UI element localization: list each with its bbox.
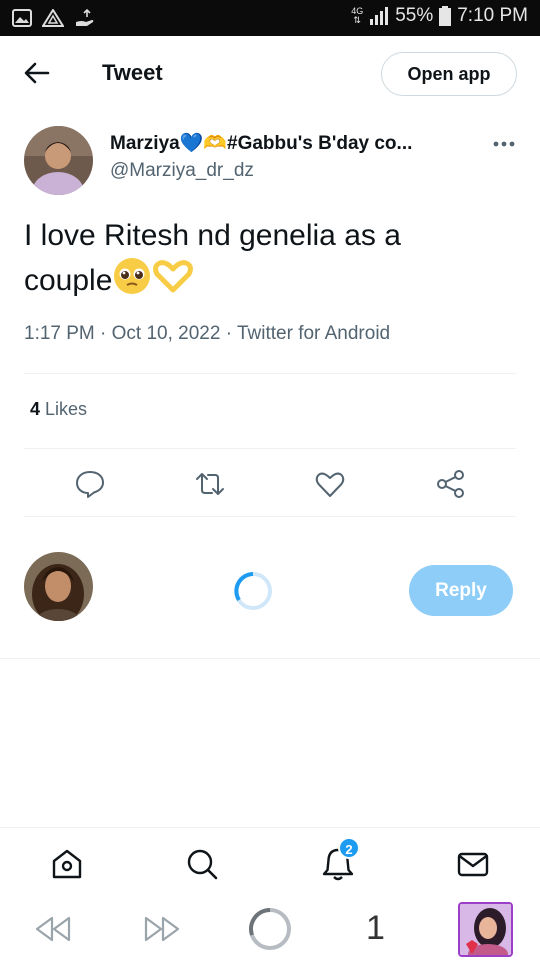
home-circle-icon[interactable] xyxy=(248,907,292,951)
status-bar: 4G ⇅ 55% 7:10 PM xyxy=(0,0,540,36)
signal-icon xyxy=(370,7,389,25)
hand-notification-icon xyxy=(76,8,94,26)
notification-badge: 2 xyxy=(338,837,360,859)
like-icon[interactable] xyxy=(314,468,346,500)
search-icon[interactable] xyxy=(184,846,220,882)
home-icon[interactable] xyxy=(49,846,85,882)
tweet-text-line1: I love Ritesh nd genelia as a xyxy=(24,219,401,252)
battery-percent: 55% xyxy=(395,5,434,26)
battery-icon xyxy=(439,6,452,26)
user-avatar[interactable] xyxy=(24,552,93,621)
browser-toolbar: 1 xyxy=(0,899,540,960)
loading-spinner-icon xyxy=(234,572,272,610)
divider xyxy=(24,516,516,517)
page-title: Tweet xyxy=(102,60,163,85)
divider xyxy=(0,658,540,659)
heart-hands-emoji-icon xyxy=(153,260,194,293)
divider xyxy=(24,448,516,449)
reply-button[interactable]: Reply xyxy=(409,565,513,616)
share-icon[interactable] xyxy=(435,468,467,500)
bottom-nav xyxy=(0,827,540,899)
network-type-icon: 4G ⇅ xyxy=(351,6,364,25)
reply-icon[interactable] xyxy=(74,468,106,500)
author-handle[interactable]: @Marziya_dr_dz xyxy=(110,160,254,182)
header: Tweet Open app xyxy=(0,36,540,112)
likes-count: 4 xyxy=(30,399,41,419)
divider xyxy=(24,373,516,374)
gallery-notification-icon xyxy=(12,9,32,27)
tweet-timestamp[interactable]: 1:17 PM · Oct 10, 2022 · Twitter for And… xyxy=(24,323,390,345)
retweet-icon[interactable] xyxy=(194,468,226,500)
drive-notification-icon xyxy=(42,9,64,27)
author-name[interactable]: Marziya💙🫶#Gabbu's B'day co... xyxy=(110,131,412,155)
likes-label: Likes xyxy=(45,399,88,419)
rewind-icon[interactable] xyxy=(34,913,72,945)
tab-thumbnail[interactable] xyxy=(458,902,513,957)
status-notification-icons xyxy=(12,8,96,28)
fast-forward-icon[interactable] xyxy=(143,913,181,945)
messages-icon[interactable] xyxy=(455,846,491,882)
more-options-icon[interactable] xyxy=(490,136,518,152)
back-arrow-icon[interactable] xyxy=(22,58,52,88)
tweet-text: I love Ritesh nd genelia as a couple xyxy=(24,216,504,301)
pleading-face-emoji-icon xyxy=(114,258,151,294)
author-avatar[interactable] xyxy=(24,126,93,195)
open-app-button[interactable]: Open app xyxy=(381,52,517,96)
tab-count[interactable]: 1 xyxy=(366,909,385,948)
likes-count-link[interactable]: 4 Likes xyxy=(30,399,87,420)
tweet-text-line2: couple xyxy=(24,264,113,297)
clock: 7:10 PM xyxy=(457,5,528,26)
